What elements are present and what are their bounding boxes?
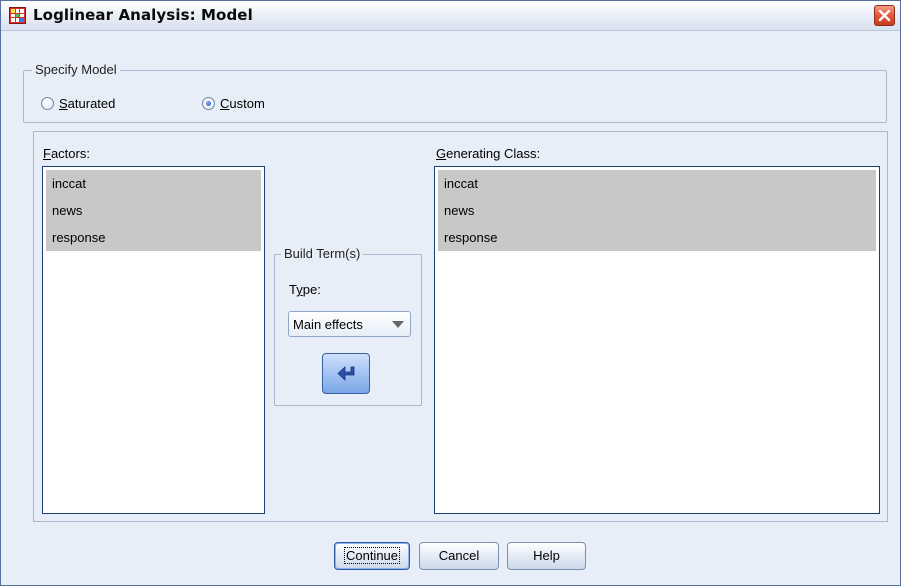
radio-custom-label: Custom (220, 95, 265, 111)
cancel-label: Cancel (438, 548, 480, 563)
close-button[interactable] (874, 5, 895, 26)
factors-label: Factors: (43, 146, 90, 161)
radio-saturated-label: Saturated (59, 95, 116, 111)
arrow-right-icon (337, 366, 355, 381)
spss-grid-icon (9, 7, 26, 24)
dialog-window: Loglinear Analysis: Model Specify Model … (0, 0, 901, 586)
radio-button-checked-icon (202, 96, 215, 110)
continue-button[interactable]: Continue (334, 542, 410, 570)
custom-rest: ustom (229, 95, 265, 111)
type-label: Type: (289, 282, 321, 297)
chevron-down-icon (392, 321, 404, 328)
generating-class-listbox[interactable]: inccat news response (434, 166, 880, 514)
radio-saturated[interactable]: Saturated (41, 94, 115, 112)
list-item[interactable]: news (46, 197, 261, 224)
list-item[interactable]: inccat (46, 170, 261, 197)
radio-custom[interactable]: Custom (202, 94, 265, 112)
build-terms-legend: Build Term(s) (281, 246, 364, 261)
list-item[interactable]: news (438, 197, 876, 224)
help-label: Help (533, 548, 560, 563)
saturated-rest: aturated (67, 95, 116, 111)
cancel-button[interactable]: Cancel (419, 542, 499, 570)
move-to-generating-class-button[interactable] (322, 353, 370, 394)
factors-listbox[interactable]: inccat news response (42, 166, 265, 514)
generating-class-label: Generating Class: (436, 146, 541, 161)
specify-model-group: Specify Model (23, 62, 887, 123)
radio-button-icon (41, 96, 54, 110)
list-item[interactable]: response (46, 224, 261, 251)
title-bar[interactable]: Loglinear Analysis: Model (1, 1, 900, 31)
close-icon (878, 9, 891, 22)
window-title: Loglinear Analysis: Model (33, 6, 253, 24)
continue-label: Continue (343, 547, 401, 564)
help-button[interactable]: Help (507, 542, 586, 570)
specify-model-legend: Specify Model (32, 62, 120, 77)
term-type-select[interactable]: Main effects (288, 311, 411, 337)
list-item[interactable]: response (438, 224, 876, 251)
list-item[interactable]: inccat (438, 170, 876, 197)
term-type-value: Main effects (293, 317, 363, 332)
